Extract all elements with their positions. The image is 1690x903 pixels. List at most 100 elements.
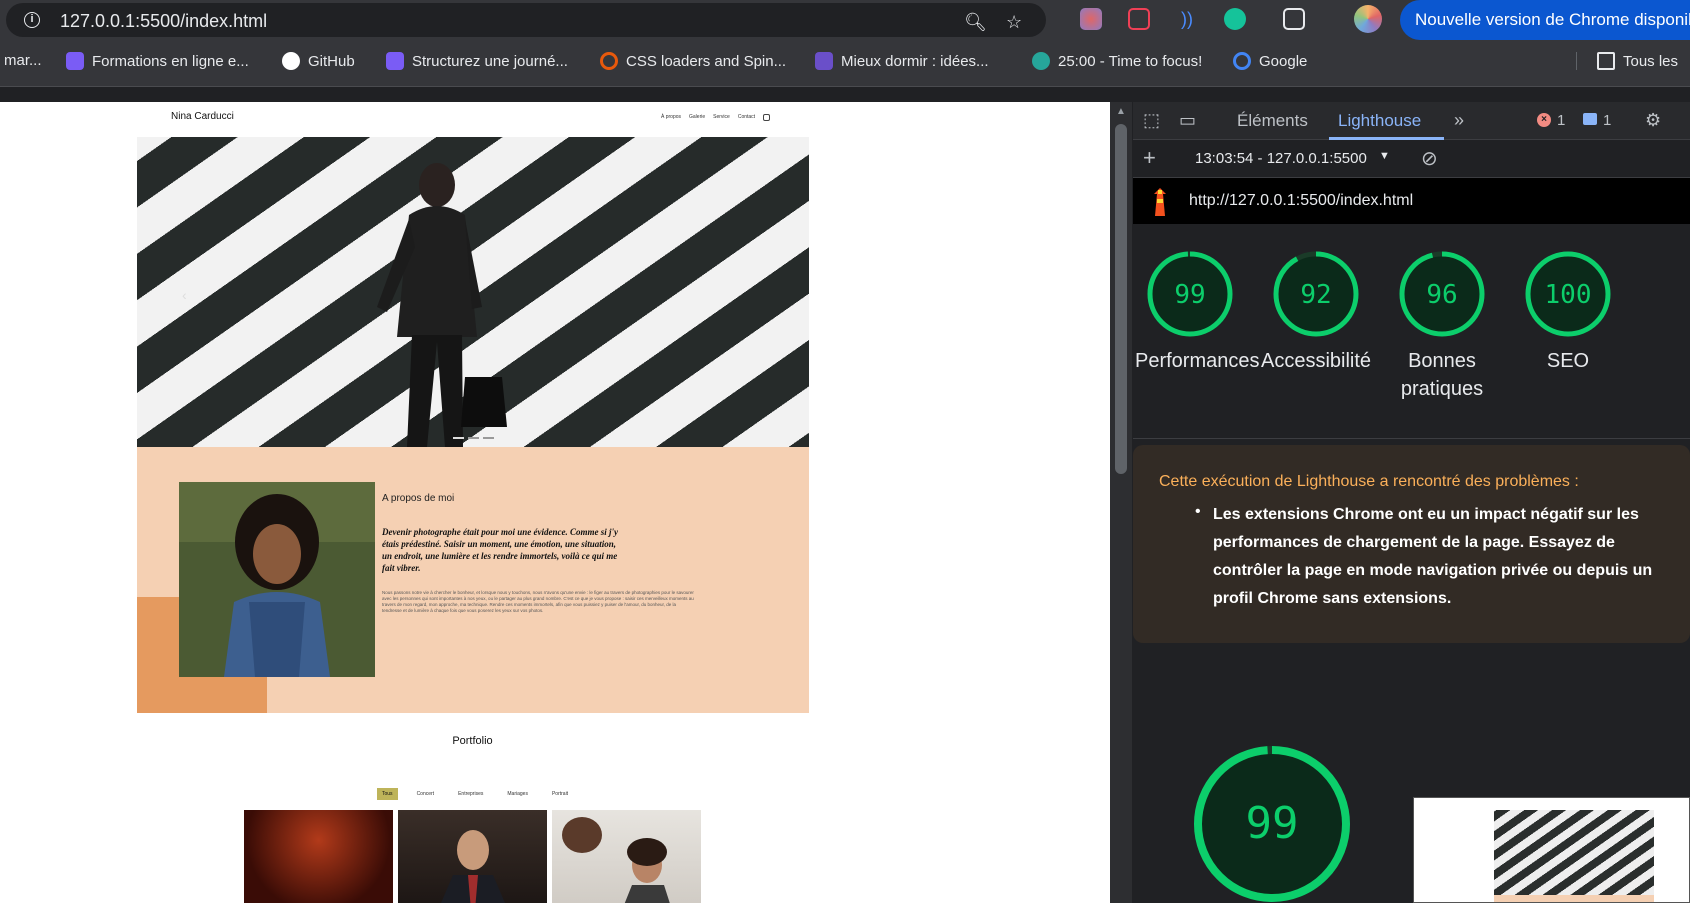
github-icon — [282, 52, 300, 70]
all-bookmarks-folder[interactable]: Tous les — [1576, 52, 1678, 70]
score-value: 99 — [1174, 280, 1205, 310]
brain-extension-icon[interactable] — [1080, 8, 1102, 30]
error-icon[interactable]: × — [1537, 113, 1551, 127]
hero-carousel[interactable]: ‹ — [137, 137, 809, 447]
loader-icon — [600, 52, 618, 70]
nav-link-contact[interactable]: Contact — [738, 114, 755, 121]
bookmark-item[interactable]: Formations en ligne e... — [66, 52, 249, 70]
pocket-extension-icon[interactable] — [1128, 8, 1150, 30]
folder-icon — [1597, 52, 1615, 70]
gauge-seo[interactable]: 100 SEO — [1513, 249, 1623, 375]
bullet-icon: • — [1195, 503, 1201, 520]
about-quote: Devenir photographe était pour moi une é… — [382, 527, 618, 573]
warning-box: Cette exécution de Lighthouse a rencontr… — [1133, 445, 1690, 643]
score-ring: 92 — [1273, 251, 1359, 337]
gauge-best-practices[interactable]: 96 Bonnes pratiques — [1387, 249, 1497, 403]
openclassrooms-icon — [386, 52, 404, 70]
report-selector[interactable]: 13:03:54 - 127.0.0.1:5500 — [1195, 150, 1367, 167]
message-count[interactable]: 1 — [1603, 112, 1611, 129]
filter-portrait[interactable]: Portrait — [547, 788, 573, 800]
profile-avatar[interactable] — [1354, 5, 1382, 33]
thumbnail-hero — [1494, 810, 1654, 895]
filter-all[interactable]: Tous — [377, 788, 398, 800]
bookmark-item[interactable]: Structurez une journé... — [386, 52, 568, 70]
sound-extension-icon[interactable]: )) — [1176, 8, 1198, 30]
bookmark-item[interactable]: 25:00 - Time to focus! — [1032, 52, 1202, 70]
clear-reports-icon[interactable]: ⊘ — [1421, 146, 1438, 171]
nav-link-gallery[interactable]: Galerie — [689, 114, 705, 121]
carousel-dot[interactable] — [453, 437, 464, 439]
grammarly-extension-icon[interactable] — [1224, 8, 1246, 30]
more-tabs-icon[interactable]: » — [1454, 110, 1464, 131]
gallery-image-concert[interactable] — [244, 810, 393, 903]
openclassrooms-icon — [66, 52, 84, 70]
browser-toolbar: i 127.0.0.1:5500/index.html 🔍︎ ☆ )) Nouv… — [0, 0, 1690, 40]
error-count[interactable]: 1 — [1557, 112, 1565, 129]
gauge-label: Accessibilité — [1261, 350, 1372, 372]
tab-elements[interactable]: Éléments — [1237, 111, 1308, 131]
inspect-element-icon[interactable]: ⬚ — [1143, 110, 1160, 131]
new-report-icon[interactable]: + — [1143, 145, 1156, 171]
nav-link-service[interactable]: Service — [713, 114, 730, 121]
bookmark-item[interactable]: Google — [1233, 52, 1307, 70]
score-value: 92 — [1300, 280, 1331, 310]
site-brand[interactable]: Nina Carducci — [171, 111, 234, 122]
nav-link-about[interactable]: À propos — [661, 114, 681, 121]
score-ring-large: 99 — [1194, 746, 1350, 902]
score-value: 100 — [1545, 280, 1592, 310]
instagram-icon[interactable] — [763, 114, 771, 121]
address-text[interactable]: 127.0.0.1:5500/index.html — [60, 11, 267, 32]
big-score-value: 99 — [1246, 798, 1299, 849]
about-title: A propos de moi — [382, 493, 455, 504]
gallery-grid — [244, 810, 701, 903]
carousel-dot[interactable] — [468, 437, 479, 439]
site-info-icon[interactable]: i — [24, 12, 40, 28]
gauge-performance[interactable]: 99 Performances — [1135, 249, 1260, 375]
report-url[interactable]: http://127.0.0.1:5500/index.html — [1189, 192, 1413, 210]
about-body: Nous passons notre vie à chercher le bon… — [382, 590, 694, 613]
gallery-image-business[interactable] — [398, 810, 547, 903]
address-bar[interactable]: i 127.0.0.1:5500/index.html 🔍︎ ☆ — [6, 3, 1046, 37]
devtools-panel: ⬚ ▭ Éléments Lighthouse » × 1 1 ⚙ + 13:0… — [1133, 102, 1690, 903]
carousel-dot[interactable] — [483, 437, 494, 439]
thumbnail-about — [1494, 895, 1654, 902]
bookmarks-bar: mar... Formations en ligne e... GitHub S… — [0, 40, 1690, 87]
page-scrollbar[interactable]: ▲ — [1110, 102, 1132, 903]
about-section: A propos de moi Devenir photographe étai… — [137, 447, 809, 713]
gauge-accessibility[interactable]: 92 Accessibilité — [1261, 249, 1371, 375]
gauge-label: Bonnes pratiques — [1400, 350, 1484, 400]
gallery-image-portrait[interactable] — [552, 810, 701, 903]
gauge-performance-large[interactable]: 99 — [1190, 742, 1354, 903]
tab-lighthouse[interactable]: Lighthouse — [1338, 111, 1421, 131]
message-icon[interactable] — [1583, 113, 1597, 125]
chevron-down-icon[interactable]: ▼ — [1379, 150, 1390, 162]
bookmark-item[interactable]: GitHub — [282, 52, 355, 70]
score-value: 96 — [1426, 280, 1457, 310]
bookmark-item[interactable]: mar... — [4, 52, 42, 69]
site-nav: À propos Galerie Service Contact — [661, 114, 771, 121]
bookmark-star-icon[interactable]: ☆ — [1006, 12, 1022, 33]
lighthouse-toolbar: + 13:03:54 - 127.0.0.1:5500 ▼ ⊘ — [1133, 140, 1690, 178]
filter-weddings[interactable]: Mariages — [502, 788, 533, 800]
businessman-image — [377, 163, 507, 447]
score-ring: 99 — [1147, 251, 1233, 337]
scroll-up-icon[interactable]: ▲ — [1116, 106, 1126, 117]
bookmark-item[interactable]: CSS loaders and Spin... — [600, 52, 786, 70]
gallery-filters: Tous Concert Entreprises Mariages Portra… — [377, 788, 573, 800]
warning-item: Les extensions Chrome ont eu un impact n… — [1213, 506, 1653, 607]
site-header: Nina Carducci À propos Galerie Service C… — [0, 102, 1110, 136]
settings-gear-icon[interactable]: ⚙ — [1645, 110, 1661, 131]
extensions-puzzle-icon[interactable] — [1283, 8, 1305, 30]
page-screenshot-thumbnail[interactable] — [1413, 797, 1690, 903]
filter-business[interactable]: Entreprises — [453, 788, 488, 800]
carousel-prev-icon[interactable]: ‹ — [182, 287, 187, 303]
score-ring: 100 — [1525, 251, 1611, 337]
zoom-icon[interactable]: 🔍︎ — [964, 12, 987, 33]
bookmark-item[interactable]: Mieux dormir : idées... — [815, 52, 989, 70]
carousel-indicators — [453, 437, 494, 439]
filter-concert[interactable]: Concert — [412, 788, 440, 800]
portrait-photo — [179, 482, 375, 677]
scrollbar-thumb[interactable] — [1115, 124, 1127, 474]
chrome-update-button[interactable]: Nouvelle version de Chrome disponible — [1400, 0, 1690, 40]
device-toolbar-icon[interactable]: ▭ — [1179, 110, 1196, 131]
